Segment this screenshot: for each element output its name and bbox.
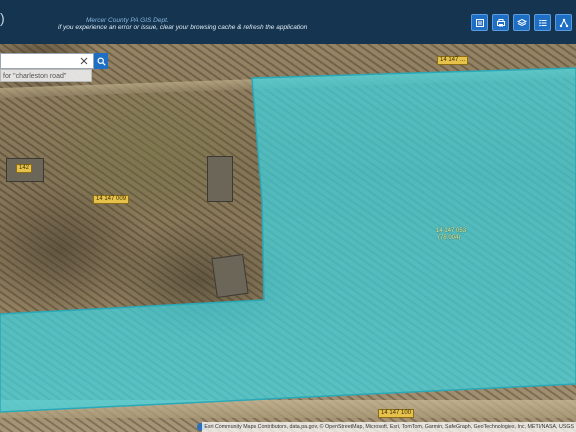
print-tool-button[interactable] (492, 14, 509, 31)
close-icon (80, 57, 88, 65)
search-button[interactable] (94, 53, 108, 69)
selected-parcel[interactable] (0, 67, 576, 413)
parcel-label: 142 (16, 164, 33, 173)
search-icon (97, 57, 106, 66)
parcel-sublabel: (76.004) (438, 235, 461, 241)
header-bar: ) Mercer County PA GIS Dept. if you expe… (0, 0, 576, 44)
app-logo: ) (0, 10, 5, 26)
parcel-label: 14 147 053 (436, 228, 467, 234)
share-tool-button[interactable] (555, 14, 572, 31)
print-icon (496, 18, 505, 26)
clear-search-button[interactable] (78, 55, 90, 67)
department-name: Mercer County PA GIS Dept. (86, 17, 169, 24)
map-attribution[interactable]: Esri Community Maps Contributors, data.p… (202, 422, 576, 432)
legend-icon (475, 18, 484, 27)
share-icon (559, 18, 568, 27)
list-icon (538, 19, 546, 26)
layers-icon (516, 18, 527, 26)
legend-tool-button[interactable] (471, 14, 488, 31)
parcel-label: 14 147 100 (378, 409, 415, 418)
list-tool-button[interactable] (534, 14, 551, 31)
toolbar (471, 14, 572, 31)
search-widget (0, 53, 108, 69)
search-suggestion[interactable]: for "charleston road" (0, 69, 92, 82)
parcel-label: 14 147 ... (437, 56, 469, 65)
layers-tool-button[interactable] (513, 14, 530, 31)
parcel-label: 14 147 009 (93, 195, 130, 204)
cache-notice: if you experience an error or issue, cle… (58, 24, 308, 31)
